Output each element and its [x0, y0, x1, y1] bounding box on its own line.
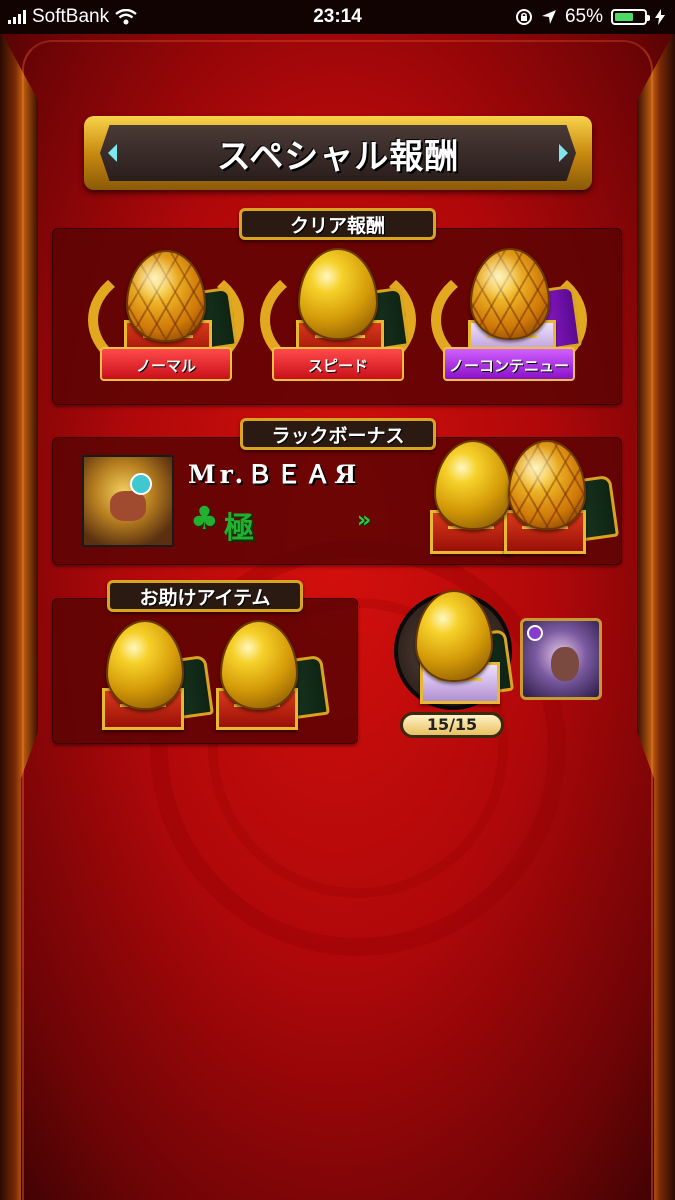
- rotation-lock-icon: [515, 9, 532, 25]
- clover-icon: ♣: [190, 499, 219, 537]
- right-arrow-icon: [559, 144, 568, 162]
- ribbon-no-continue: ノーコンテニュー: [443, 347, 575, 381]
- ribbon-normal: ノーマル: [100, 347, 232, 381]
- character-avatar[interactable]: [82, 455, 174, 547]
- page-title: スペシャル報酬: [100, 125, 576, 181]
- luck-bonus-label: ラックボーナス: [240, 418, 436, 450]
- status-right: 65%: [515, 6, 665, 28]
- left-arrow-icon: [108, 144, 117, 162]
- character-face: [110, 491, 146, 521]
- helper-face: [551, 647, 579, 681]
- element-badge-icon: [527, 625, 543, 641]
- assist-counter: 15/15: [400, 712, 504, 738]
- clear-rewards-label: クリア報酬: [239, 208, 436, 240]
- battery-icon: [611, 9, 650, 25]
- title-banner: スペシャル報酬: [84, 116, 592, 190]
- status-bar: SoftBank 23:14 65%: [0, 0, 675, 34]
- double-arrow-icon: »: [357, 508, 371, 533]
- luck-rank: 極: [224, 511, 254, 546]
- character-gem: [130, 473, 152, 495]
- helper-character-avatar[interactable]: [520, 618, 602, 700]
- assist-items-label: お助けアイテム: [107, 580, 303, 612]
- charging-bolt-icon: [655, 9, 665, 25]
- location-arrow-icon: [541, 10, 556, 24]
- player-name: Mr.ＢＥＡЯ: [188, 460, 361, 489]
- battery-percent: 65%: [564, 6, 603, 27]
- ribbon-speed: スピード: [272, 347, 404, 381]
